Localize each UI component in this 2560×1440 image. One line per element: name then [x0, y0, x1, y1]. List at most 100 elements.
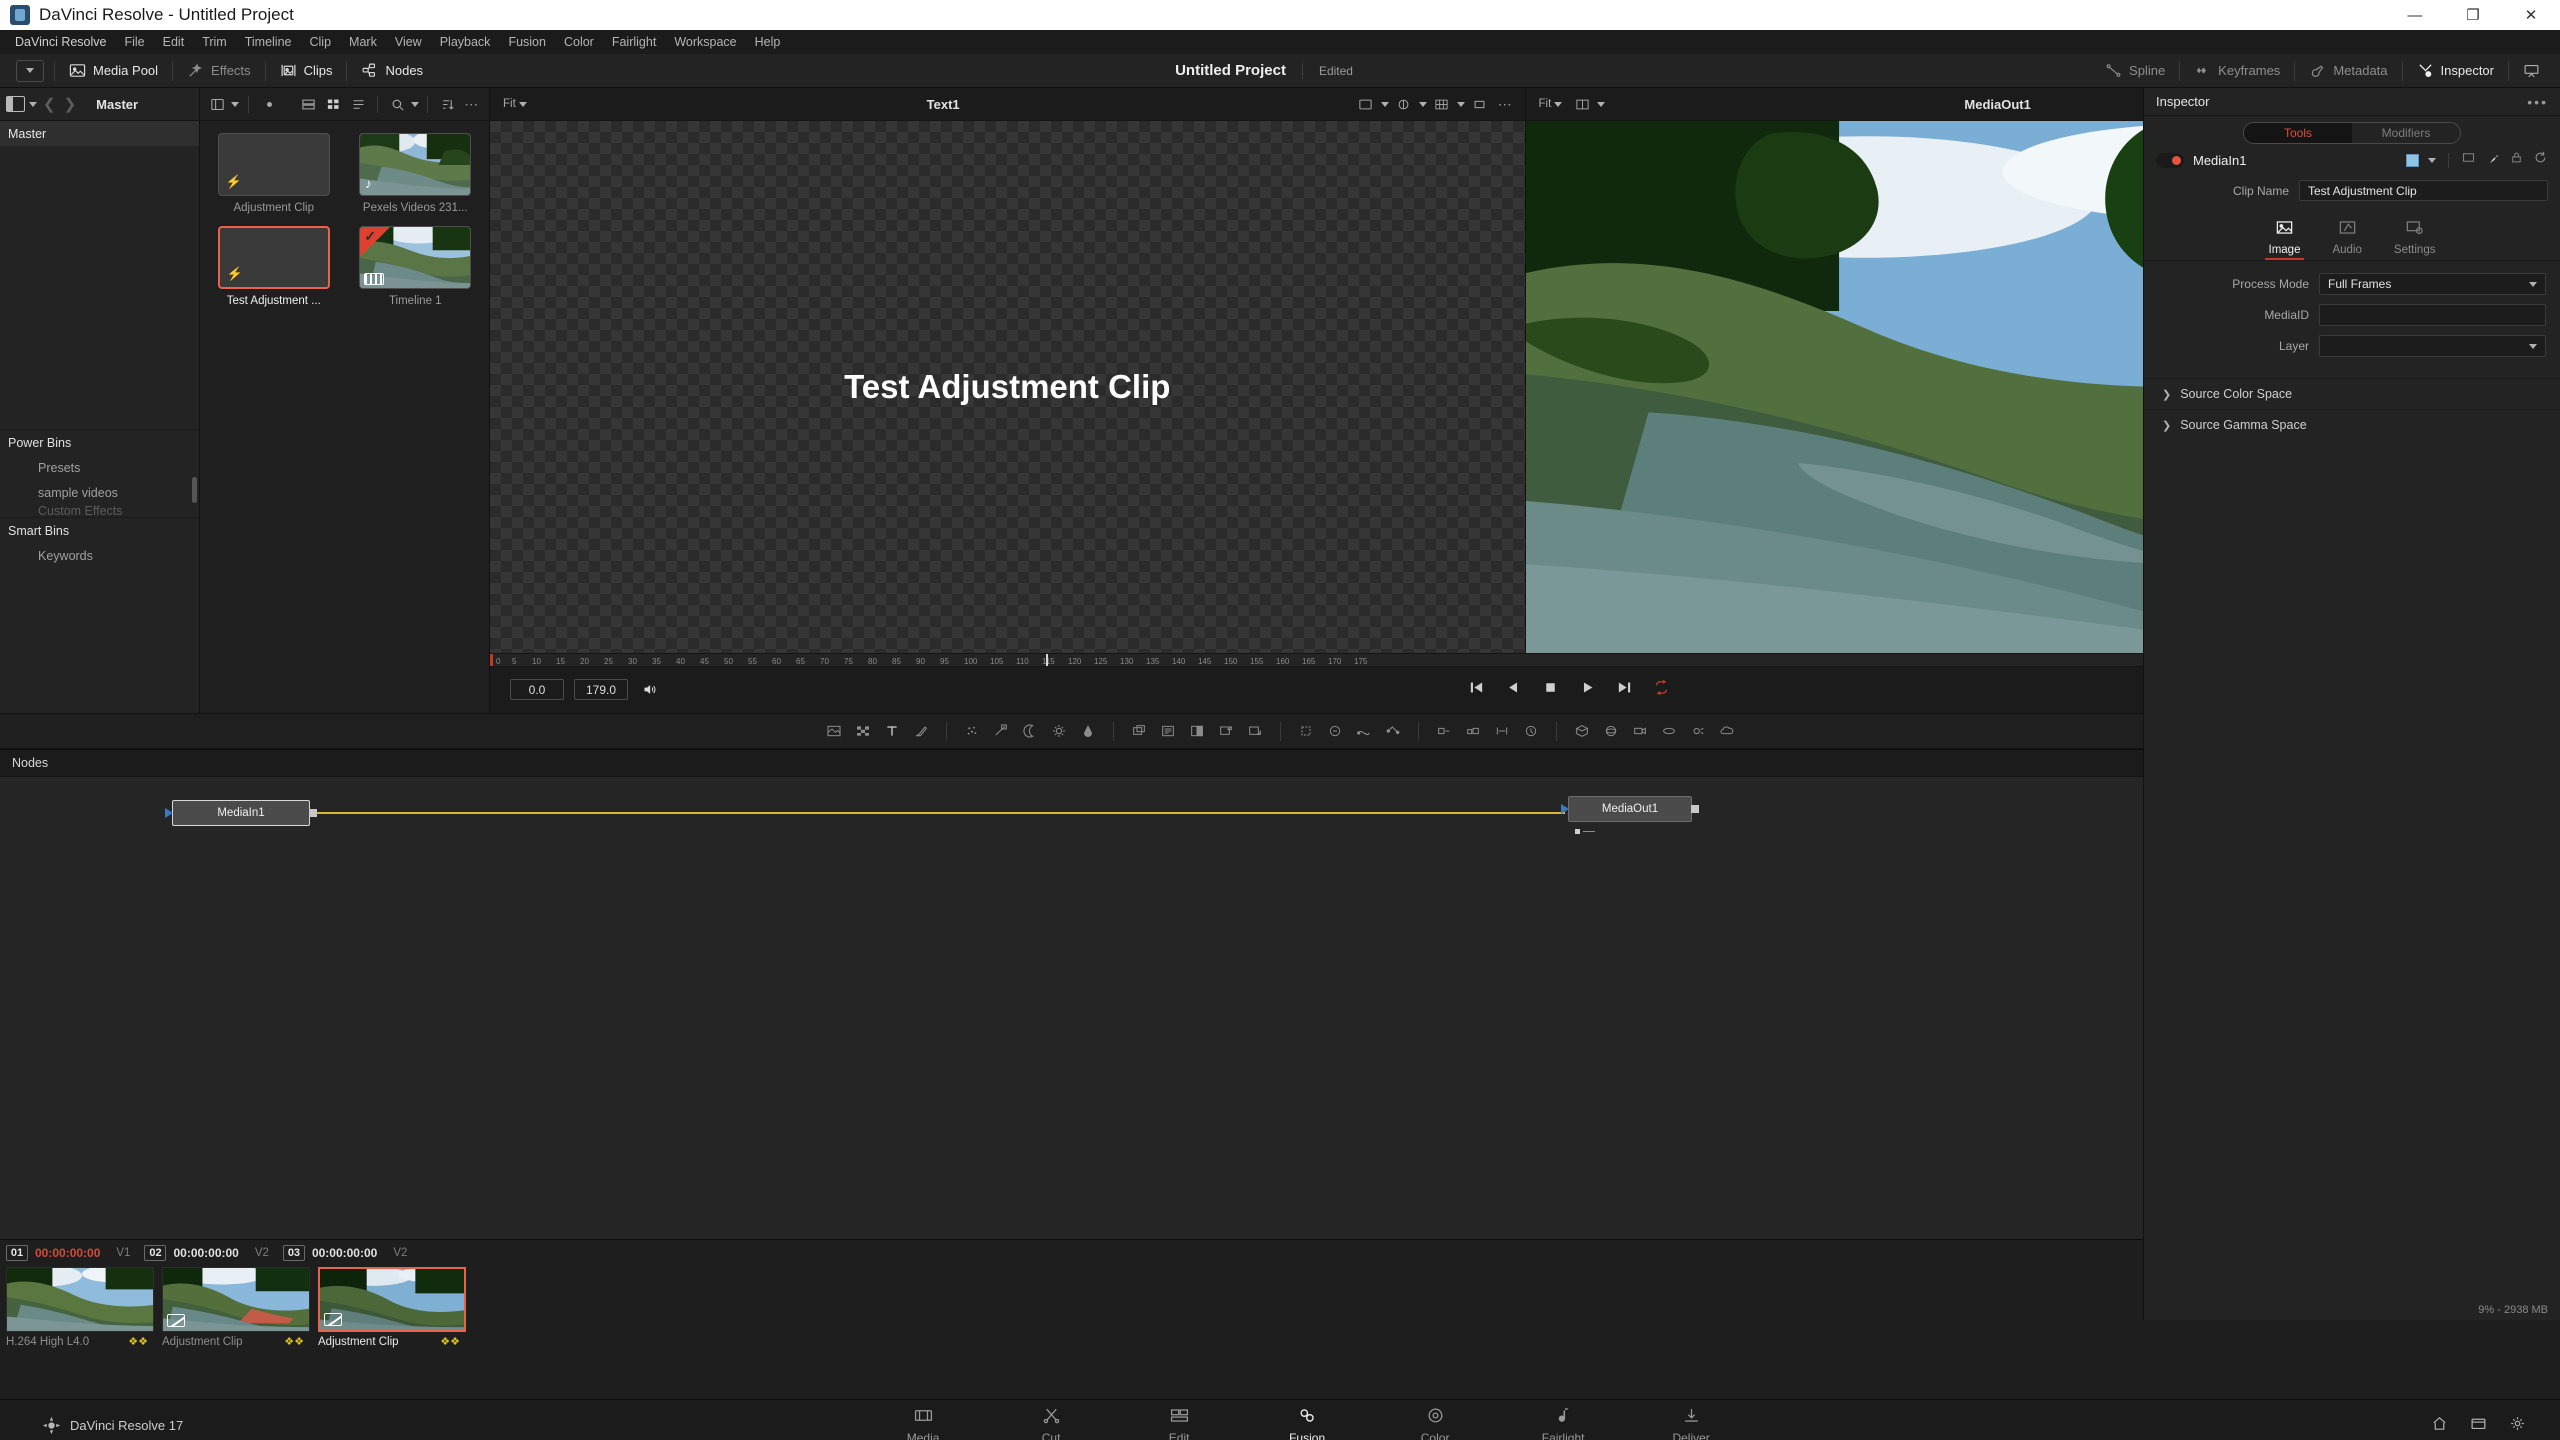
clip-thumbnail-selected[interactable]: ⚡	[217, 226, 330, 289]
project-manager-icon[interactable]	[2470, 1415, 2487, 1437]
timeline-clip-thumbnail[interactable]	[162, 1267, 310, 1332]
optical-flow-icon[interactable]	[1460, 718, 1486, 744]
subtab-audio[interactable]: Audio	[2332, 218, 2362, 256]
menu-item-davinci-resolve[interactable]: DaVinci Resolve	[6, 30, 115, 54]
warp-tool-icon[interactable]	[1351, 718, 1377, 744]
timeline-thumbnail[interactable]: ✓	[359, 226, 472, 289]
vector-tool-icon[interactable]	[1380, 718, 1406, 744]
in-point-field[interactable]: 0.0	[510, 679, 564, 701]
close-button[interactable]: ✕	[2502, 0, 2560, 30]
viewer1-fit-dropdown[interactable]: Fit	[498, 98, 532, 110]
metadata-list-icon[interactable]	[347, 93, 369, 115]
subtab-image[interactable]: Image	[2264, 214, 2305, 260]
viewer2-split-icon[interactable]	[1571, 93, 1593, 115]
menu-item-view[interactable]: View	[386, 30, 431, 54]
menu-item-fairlight[interactable]: Fairlight	[603, 30, 665, 54]
toolbar-metadata-button[interactable]: Metadata	[2297, 54, 2399, 88]
toolbar-media-pool-button[interactable]: Media Pool	[57, 54, 170, 88]
menu-item-timeline[interactable]: Timeline	[236, 30, 301, 54]
inspector-options-icon[interactable]: •••	[2527, 94, 2548, 110]
tree-item-presets[interactable]: Presets	[0, 455, 199, 480]
bin-view-icon[interactable]	[206, 93, 228, 115]
lock-icon[interactable]	[2509, 150, 2524, 170]
menu-item-fusion[interactable]: Fusion	[499, 30, 555, 54]
playhead[interactable]	[1046, 654, 1048, 666]
track-number-02[interactable]: 02	[144, 1245, 167, 1261]
timeline-clip-thumbnail-selected[interactable]	[318, 1267, 466, 1332]
viewer1-grid-icon[interactable]	[1431, 93, 1453, 115]
chevron-down-icon[interactable]	[231, 101, 239, 107]
menu-item-file[interactable]: File	[115, 30, 153, 54]
chevron-down-icon[interactable]	[411, 101, 419, 107]
menu-item-workspace[interactable]: Workspace	[665, 30, 745, 54]
tracker-tool-icon[interactable]	[988, 718, 1014, 744]
tree-item-sample-videos[interactable]: sample videos	[0, 480, 199, 505]
out-point-field[interactable]: 179.0	[574, 679, 628, 701]
sidebar-toggle-icon[interactable]	[6, 96, 25, 112]
matte-tool-icon[interactable]	[1184, 718, 1210, 744]
layer-select[interactable]	[2319, 335, 2546, 357]
toolbar-keyframes-button[interactable]: Keyframes	[2182, 54, 2292, 88]
menu-item-clip[interactable]: Clip	[301, 30, 341, 54]
menu-item-help[interactable]: Help	[746, 30, 790, 54]
threed-tool-icon[interactable]	[1569, 718, 1595, 744]
menu-item-mark[interactable]: Mark	[340, 30, 386, 54]
timeline-clip-3[interactable]: Adjustment Clip ❖❖	[318, 1267, 466, 1348]
menu-item-playback[interactable]: Playback	[431, 30, 500, 54]
grid-view-icon[interactable]	[322, 93, 344, 115]
minimize-button[interactable]: —	[2386, 0, 2444, 30]
checker-tool-icon[interactable]	[850, 718, 876, 744]
menu-item-color[interactable]: Color	[555, 30, 603, 54]
subtab-settings[interactable]: Settings	[2394, 218, 2435, 256]
node-mediaout1[interactable]: MediaOut1	[1561, 796, 1699, 834]
clip-cell-timeline1[interactable]: ✓ Timeline 1	[352, 226, 480, 307]
menu-item-edit[interactable]: Edit	[154, 30, 194, 54]
toolbar-fullscreen-button[interactable]	[2511, 54, 2552, 88]
track-number-03[interactable]: 03	[282, 1245, 305, 1261]
color-corrector-icon[interactable]	[1075, 718, 1101, 744]
chevron-down-icon[interactable]	[1456, 101, 1465, 107]
text-tool-icon[interactable]	[879, 718, 905, 744]
node-mediain1[interactable]: MediaIn1	[165, 800, 317, 826]
tab-tools[interactable]: Tools	[2244, 123, 2352, 143]
time-stretch-icon[interactable]	[1489, 718, 1515, 744]
paint-tool-icon[interactable]	[908, 718, 934, 744]
light3d-icon[interactable]	[1685, 718, 1711, 744]
page-media[interactable]: Media	[863, 1400, 983, 1440]
maximize-button[interactable]: ❐	[2444, 0, 2502, 30]
clip-thumbnail[interactable]: ♪	[359, 133, 472, 196]
step-back-icon[interactable]	[1505, 679, 1522, 701]
loop-icon[interactable]	[1653, 679, 1670, 701]
particle-tool-icon[interactable]	[959, 718, 985, 744]
project-settings-icon[interactable]	[2509, 1415, 2526, 1437]
tree-item-master[interactable]: Master	[0, 121, 199, 146]
skip-to-end-icon[interactable]	[1616, 679, 1633, 701]
record-dot-icon[interactable]	[258, 93, 280, 115]
node-input-port[interactable]	[1561, 804, 1569, 814]
viewer1-canvas[interactable]: Test Adjustment Clip	[490, 121, 1525, 653]
skip-to-start-icon[interactable]	[1468, 679, 1485, 701]
timecode-tool-icon[interactable]	[1518, 718, 1544, 744]
timeline-clip-1[interactable]: H.264 High L4.0 ❖❖	[6, 1267, 154, 1348]
sort-order-icon[interactable]	[436, 93, 458, 115]
dissolve-tool-icon[interactable]	[1155, 718, 1181, 744]
cloud-tool-icon[interactable]	[1714, 718, 1740, 744]
search-icon[interactable]	[386, 93, 408, 115]
play-icon[interactable]	[1579, 679, 1596, 701]
tab-modifiers[interactable]: Modifiers	[2352, 123, 2460, 143]
pin-icon[interactable]	[2485, 150, 2500, 170]
menu-item-trim[interactable]: Trim	[193, 30, 236, 54]
page-fairlight[interactable]: Fairlight	[1503, 1400, 1623, 1440]
page-cut[interactable]: Cut	[991, 1400, 1111, 1440]
flow-tool-icon[interactable]	[1431, 718, 1457, 744]
viewer1-roi-icon[interactable]	[1469, 93, 1491, 115]
blur-tool-icon[interactable]	[1322, 718, 1348, 744]
page-fusion[interactable]: Fusion	[1247, 1400, 1367, 1440]
timeline-clip-thumbnail[interactable]	[6, 1267, 154, 1332]
page-deliver[interactable]: Deliver	[1631, 1400, 1751, 1440]
clip-thumbnail[interactable]: ⚡	[217, 133, 330, 196]
page-edit[interactable]: Edit	[1119, 1400, 1239, 1440]
tree-item-custom-effects[interactable]: Custom Effects	[0, 505, 199, 517]
chevron-down-icon[interactable]	[29, 101, 37, 107]
mask-tool-icon[interactable]	[1017, 718, 1043, 744]
